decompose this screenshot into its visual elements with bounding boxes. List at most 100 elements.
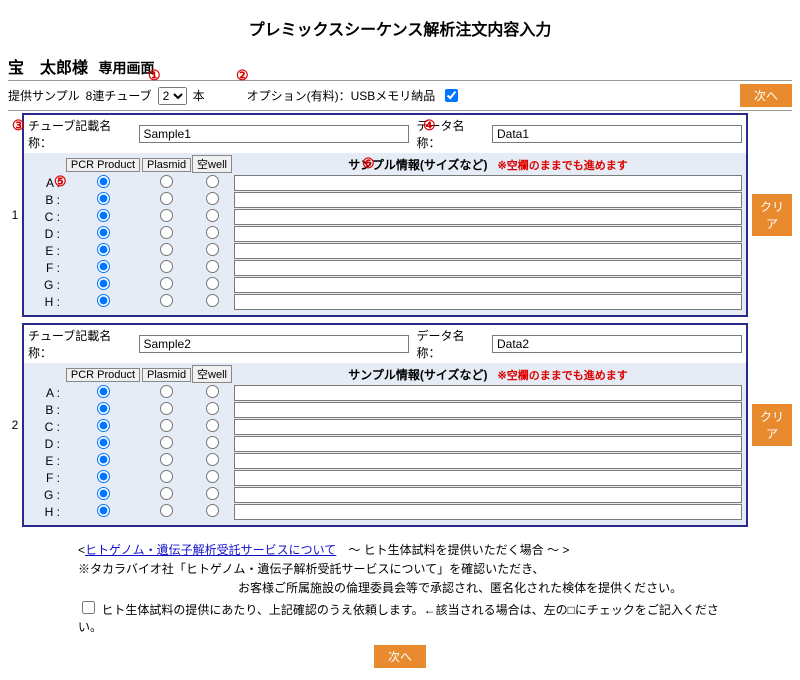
sample-row: C : [28,419,742,435]
hdr-plasmid: Plasmid [142,368,191,382]
radio-empty[interactable] [206,175,219,188]
radio-empty[interactable] [206,436,219,449]
radio-plasmid[interactable] [160,453,173,466]
radio-plasmid[interactable] [160,277,173,290]
radio-pcr[interactable] [97,175,110,188]
radio-empty[interactable] [206,385,219,398]
data-name-input[interactable] [492,335,742,353]
sample-info-input[interactable] [234,277,742,293]
radio-plasmid[interactable] [160,175,173,188]
radio-pcr[interactable] [97,419,110,432]
confirm-checkbox[interactable] [82,601,95,614]
sample-info-input[interactable] [234,453,742,469]
user-row: 宝 太郎様 専用画面 [8,54,792,78]
radio-plasmid[interactable] [160,209,173,222]
radio-pcr[interactable] [97,226,110,239]
radio-plasmid[interactable] [160,402,173,415]
sample-info-input[interactable] [234,243,742,259]
sample-info-input[interactable] [234,209,742,225]
options-row: 提供サンプル 8連チューブ 123 本 オプション(有料)：USBメモリ納品 次… [8,80,792,111]
clear-button[interactable]: クリア [752,404,792,446]
sample-info-input[interactable] [234,294,742,310]
usb-option-checkbox[interactable] [445,89,458,102]
sample-info-input[interactable] [234,419,742,435]
tube-name-input[interactable] [139,335,409,353]
tube-count-select[interactable]: 123 [158,87,187,105]
radio-plasmid[interactable] [160,487,173,500]
radio-plasmid[interactable] [160,226,173,239]
footer: <ヒトゲノム・遺伝子解析受託サービスについて ～ ヒト生体試料を提供いただく場合… [8,541,792,635]
radio-pcr[interactable] [97,504,110,517]
name-row: チューブ記載名称：データ名称： [24,325,746,363]
sample-info-input[interactable] [234,487,742,503]
hdr-info: サンプル情報(サイズなど) [348,158,487,172]
radio-pcr[interactable] [97,260,110,273]
clear-button[interactable]: クリア [752,194,792,236]
option-label: オプション(有料)：USBメモリ納品 [247,87,436,104]
radio-plasmid[interactable] [160,504,173,517]
sample-info-input[interactable] [234,260,742,276]
tube-name-label: チューブ記載名称： [28,327,135,361]
hdr-pcr: PCR Product [66,158,140,172]
sample-info-input[interactable] [234,470,742,486]
radio-plasmid[interactable] [160,385,173,398]
next-button-top[interactable]: 次へ [740,84,792,107]
radio-plasmid[interactable] [160,294,173,307]
radio-empty[interactable] [206,470,219,483]
hdr-pcr: PCR Product [66,368,140,382]
footer-l3: お客様ご所属施設の倫理委員会等で承認され、匿名化された検体を提供ください。 [78,579,722,596]
hdr-plasmid: Plasmid [142,158,191,172]
radio-plasmid[interactable] [160,260,173,273]
radio-pcr[interactable] [97,294,110,307]
radio-pcr[interactable] [97,192,110,205]
radio-empty[interactable] [206,294,219,307]
radio-empty[interactable] [206,243,219,256]
radio-empty[interactable] [206,260,219,273]
tube-name-input[interactable] [139,125,409,143]
radio-empty[interactable] [206,504,219,517]
row-label: A : [28,386,64,400]
radio-empty[interactable] [206,226,219,239]
sample-info-input[interactable] [234,192,742,208]
row-label: C : [28,420,64,434]
radio-empty[interactable] [206,277,219,290]
sample-row: H : [28,504,742,520]
radio-plasmid[interactable] [160,419,173,432]
sample-info-input[interactable] [234,385,742,401]
sample-info-input[interactable] [234,402,742,418]
radio-plasmid[interactable] [160,470,173,483]
radio-pcr[interactable] [97,402,110,415]
sample-row: D : [28,226,742,242]
hdr-empty: 空well [192,365,232,383]
row-label: C : [28,210,64,224]
radio-empty[interactable] [206,192,219,205]
radio-empty[interactable] [206,209,219,222]
sample-info-input[interactable] [234,504,742,520]
radio-pcr[interactable] [97,453,110,466]
radio-plasmid[interactable] [160,192,173,205]
sample-info-input[interactable] [234,226,742,242]
radio-pcr[interactable] [97,243,110,256]
user-screen: 専用画面 [98,60,154,76]
radio-empty[interactable] [206,419,219,432]
radio-pcr[interactable] [97,487,110,500]
sample-info-input[interactable] [234,436,742,452]
radio-empty[interactable] [206,453,219,466]
radio-plasmid[interactable] [160,243,173,256]
radio-pcr[interactable] [97,385,110,398]
radio-pcr[interactable] [97,209,110,222]
sample-info-input[interactable] [234,175,742,191]
tube-unit: 本 [193,87,205,104]
radio-empty[interactable] [206,487,219,500]
row-label: E : [28,454,64,468]
radio-plasmid[interactable] [160,436,173,449]
data-name-input[interactable] [492,125,742,143]
radio-pcr[interactable] [97,277,110,290]
next-button-bottom[interactable]: 次へ [374,645,426,668]
radio-pcr[interactable] [97,470,110,483]
row-label: A : [28,176,64,190]
radio-empty[interactable] [206,402,219,415]
radio-pcr[interactable] [97,436,110,449]
name-row: チューブ記載名称：データ名称：③④ [24,115,746,153]
footer-link[interactable]: ヒトゲノム・遺伝子解析受託サービスについて [85,543,336,557]
